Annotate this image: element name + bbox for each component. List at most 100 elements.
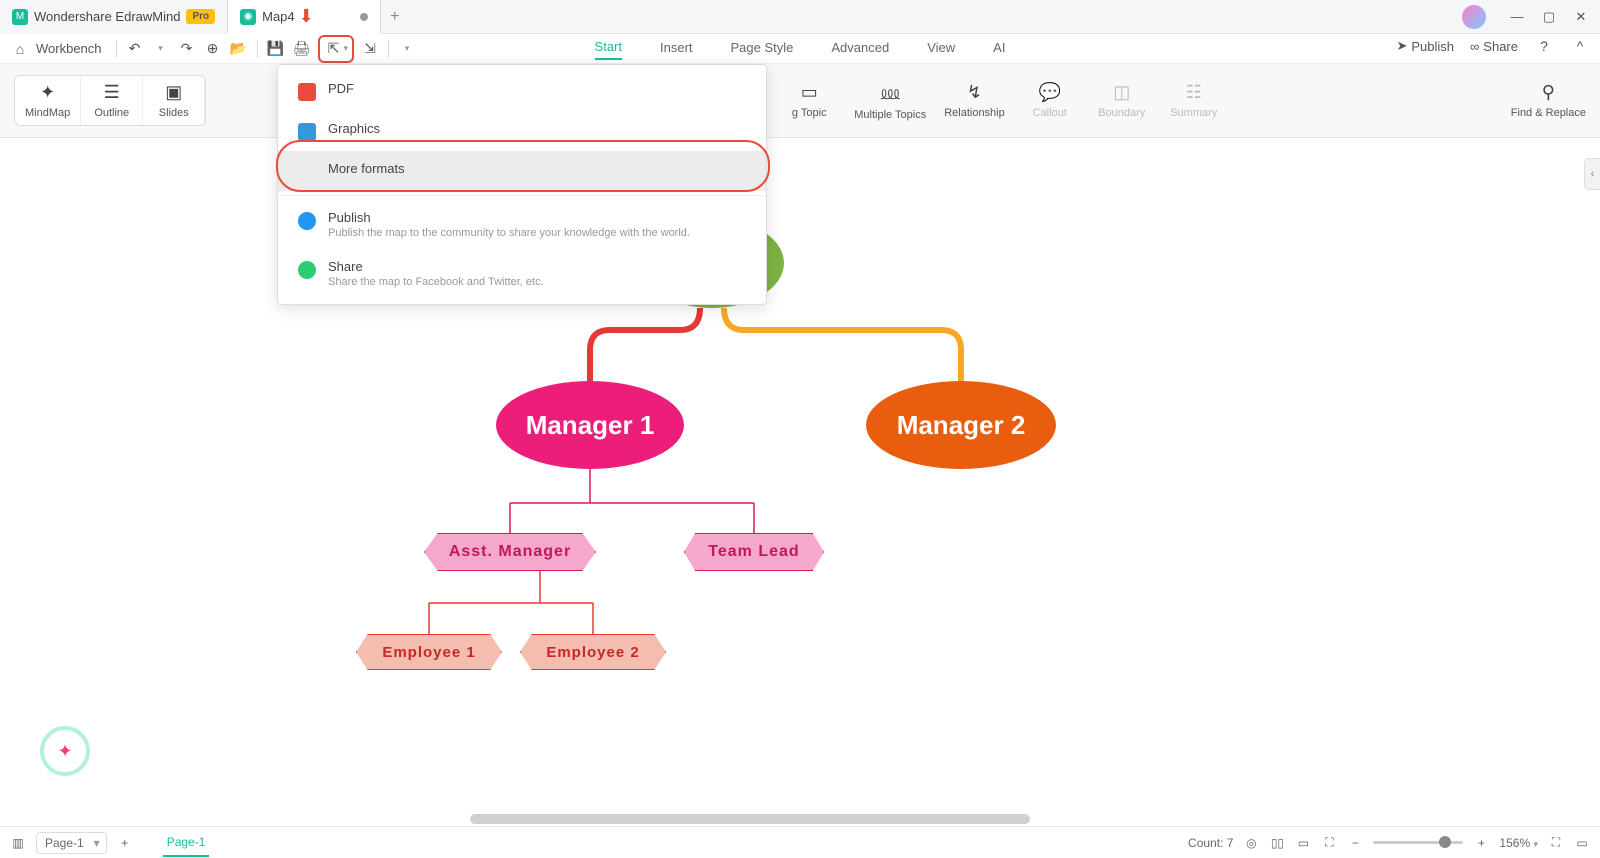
canvas[interactable]: Manager 1 Manager 2 Asst. Manager Team L…: [0, 138, 1584, 826]
share-round-icon: [298, 261, 316, 279]
boundary-icon: ◫: [1113, 82, 1130, 103]
doc-tab-label: Map4: [262, 9, 295, 24]
graphics-icon: [298, 123, 316, 141]
summary-icon: ☷: [1186, 82, 1202, 103]
node-employee-2[interactable]: Employee 2: [520, 634, 666, 670]
split-view-icon[interactable]: ▯▯: [1269, 835, 1285, 851]
slides-view-button[interactable]: ▣Slides: [143, 76, 205, 125]
doc-icon: ◉: [240, 9, 256, 25]
menu-insert[interactable]: Insert: [660, 40, 693, 59]
window-buttons: — ▢ ✕: [1498, 10, 1600, 24]
outline-view-button[interactable]: ☰Outline: [81, 76, 143, 125]
export-publish-item[interactable]: Publish Publish the map to the community…: [278, 200, 766, 249]
zoom-in-button[interactable]: +: [1473, 835, 1489, 851]
publish-label: Publish: [1411, 39, 1454, 54]
floating-topic-icon: ▭: [801, 82, 818, 103]
focus-mode-icon[interactable]: ◎: [1243, 835, 1259, 851]
import-icon[interactable]: ⇲: [360, 39, 380, 59]
open-file-icon[interactable]: 📂: [229, 39, 249, 59]
arrow-down-icon: ⬇: [299, 6, 314, 27]
slides-icon: ▣: [165, 82, 182, 103]
workbench-label[interactable]: Workbench: [36, 41, 102, 56]
relationship-icon: ↯: [967, 82, 982, 103]
node-asst-manager[interactable]: Asst. Manager: [424, 533, 596, 571]
zoom-out-button[interactable]: −: [1347, 835, 1363, 851]
export-more-formats-item[interactable]: More formats: [278, 151, 766, 191]
page-selector[interactable]: Page-1: [36, 832, 107, 854]
zoom-label[interactable]: 156% ▾: [1499, 836, 1538, 850]
share-label: Share: [1483, 39, 1518, 54]
publish-icon: ➤: [1396, 38, 1407, 54]
menu-page-style[interactable]: Page Style: [731, 40, 794, 59]
home-icon[interactable]: ⌂: [10, 39, 30, 59]
save-icon[interactable]: 💾: [266, 39, 286, 59]
tab-close-icon[interactable]: [360, 13, 368, 21]
callout-button[interactable]: 💬Callout: [1023, 82, 1077, 119]
share-button[interactable]: ∞ Share: [1470, 39, 1518, 54]
summary-button[interactable]: ☷Summary: [1167, 82, 1221, 119]
callout-icon: 💬: [1039, 82, 1061, 103]
add-page-button[interactable]: +: [117, 835, 133, 851]
export-pdf-item[interactable]: PDF: [278, 71, 766, 111]
node-employee-1[interactable]: Employee 1: [356, 634, 502, 670]
menu-ai[interactable]: AI: [993, 40, 1005, 59]
presentation-icon[interactable]: ▭: [1574, 835, 1590, 851]
multiple-topics-button[interactable]: ⅏Multiple Topics: [854, 81, 926, 121]
floating-topic-button[interactable]: ▭g Topic: [782, 82, 836, 119]
find-icon: ⚲: [1542, 82, 1555, 103]
redo-icon[interactable]: ↷: [177, 39, 197, 59]
reading-mode-icon[interactable]: ▭: [1295, 835, 1311, 851]
page-tab[interactable]: Page-1: [163, 829, 210, 857]
pdf-icon: [298, 83, 316, 101]
collapse-ribbon-icon[interactable]: ^: [1570, 36, 1590, 56]
close-button[interactable]: ✕: [1574, 10, 1588, 24]
app-logo-icon: M: [12, 9, 28, 25]
menu-advanced[interactable]: Advanced: [831, 40, 889, 59]
print-icon[interactable]: 🖨: [292, 39, 312, 59]
relationship-button[interactable]: ↯Relationship: [944, 82, 1005, 119]
status-bar: ▥ Page-1 + Page-1 Count: 7 ◎ ▯▯ ▭ ⛶ − + …: [0, 826, 1600, 858]
more-tools-icon[interactable]: ▾: [397, 39, 417, 59]
title-bar: M Wondershare EdrawMind Pro ◉ Map4 ⬇ + —…: [0, 0, 1600, 34]
app-tab-label: Wondershare EdrawMind: [34, 9, 180, 24]
node-manager-2[interactable]: Manager 2: [866, 381, 1056, 469]
new-file-icon[interactable]: ⊕: [203, 39, 223, 59]
pro-badge: Pro: [186, 9, 215, 24]
document-tab[interactable]: ◉ Map4 ⬇: [228, 0, 381, 34]
zoom-slider[interactable]: [1373, 841, 1463, 844]
quick-toolbar: ⌂ Workbench ↶ ▾ ↷ ⊕ 📂 💾 🖨 ⇱ ▾ ⇲ ▾: [0, 34, 1600, 64]
menu-start[interactable]: Start: [595, 39, 622, 60]
menu-view[interactable]: View: [927, 40, 955, 59]
node-manager-1[interactable]: Manager 1: [496, 381, 684, 469]
help-icon[interactable]: ?: [1534, 36, 1554, 56]
find-replace-button[interactable]: ⚲Find & Replace: [1511, 82, 1586, 119]
zoom-thumb[interactable]: [1439, 836, 1451, 848]
boundary-button[interactable]: ◫Boundary: [1095, 82, 1149, 119]
panel-toggle-icon[interactable]: ▥: [10, 835, 26, 851]
minimize-button[interactable]: —: [1510, 10, 1524, 24]
menu-right-group: ➤ Publish ∞ Share ? ^: [1396, 36, 1590, 56]
export-dropdown: PDF Graphics More formats Publish Publis…: [277, 64, 767, 305]
mindmap-view-button[interactable]: ✦MindMap: [15, 76, 81, 125]
share-icon: ∞: [1470, 39, 1479, 54]
export-dropdown-icon[interactable]: ▾: [344, 43, 349, 54]
dropdown-separator: [278, 195, 766, 196]
horizontal-scrollbar[interactable]: [470, 814, 1030, 824]
app-tab[interactable]: M Wondershare EdrawMind Pro: [0, 0, 228, 34]
maximize-button[interactable]: ▢: [1542, 10, 1556, 24]
new-tab-button[interactable]: +: [381, 8, 409, 26]
ai-float-button[interactable]: ✦: [40, 726, 90, 776]
ribbon: ✦MindMap ☰Outline ▣Slides ▭g Topic ⅏Mult…: [0, 64, 1600, 138]
user-avatar[interactable]: [1462, 5, 1486, 29]
fit-page-icon[interactable]: ⛶: [1321, 835, 1337, 851]
publish-button[interactable]: ➤ Publish: [1396, 38, 1454, 54]
side-panel-toggle[interactable]: ‹: [1584, 158, 1600, 190]
undo-dropdown-icon[interactable]: ▾: [151, 39, 171, 59]
export-share-item[interactable]: Share Share the map to Facebook and Twit…: [278, 249, 766, 298]
export-graphics-item[interactable]: Graphics: [278, 111, 766, 151]
node-team-lead[interactable]: Team Lead: [684, 533, 824, 571]
export-icon[interactable]: ⇱: [324, 39, 344, 59]
fullscreen-icon[interactable]: ⛶: [1548, 835, 1564, 851]
undo-icon[interactable]: ↶: [125, 39, 145, 59]
connectors-svg: [0, 138, 1584, 826]
